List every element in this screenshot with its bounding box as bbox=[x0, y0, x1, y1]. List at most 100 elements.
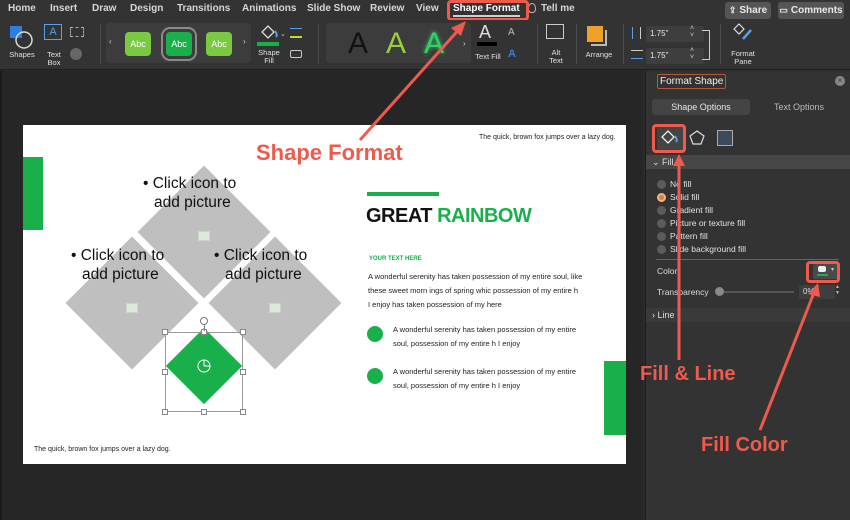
rotate-handle-stem bbox=[204, 325, 205, 331]
text-effects-icon[interactable]: A bbox=[508, 48, 516, 60]
tab-review[interactable]: Review bbox=[370, 3, 404, 14]
shape-fill-button[interactable]: Shape Fill bbox=[254, 22, 284, 68]
shapes-label: Shapes bbox=[6, 50, 38, 59]
title-accent-line bbox=[367, 192, 439, 196]
shapes-button[interactable]: Shapes bbox=[6, 22, 38, 67]
resize-handle[interactable] bbox=[240, 409, 246, 415]
radio-button[interactable] bbox=[657, 180, 666, 189]
rotate-handle[interactable] bbox=[200, 317, 208, 325]
text-outline-icon[interactable]: A bbox=[508, 27, 515, 38]
radio-button-selected[interactable] bbox=[657, 193, 666, 202]
radio-button[interactable] bbox=[657, 232, 666, 241]
radio-button[interactable] bbox=[657, 245, 666, 254]
slide-paragraph[interactable]: A wonderful serenity has taken possessio… bbox=[368, 270, 582, 312]
tab-tell-me[interactable]: Tell me bbox=[541, 3, 575, 14]
wordart-next-arrow[interactable]: › bbox=[463, 39, 466, 48]
gallery-prev-arrow[interactable]: ‹ bbox=[109, 37, 112, 46]
height-stepper[interactable]: ˄˅ bbox=[690, 25, 694, 39]
share-icon: ⇪ bbox=[729, 5, 737, 16]
radio-label: Picture or texture fill bbox=[670, 218, 745, 228]
tab-transitions[interactable]: Transitions bbox=[177, 3, 230, 14]
width-input[interactable]: 1.75" bbox=[646, 48, 704, 64]
edit-shape-icon[interactable] bbox=[70, 27, 84, 37]
shape-style-3[interactable]: Abc bbox=[206, 32, 232, 56]
radio-slide-background-fill[interactable]: Slide background fill bbox=[657, 244, 746, 254]
size-properties-tab-icon[interactable] bbox=[717, 130, 733, 146]
lightbulb-icon bbox=[528, 3, 536, 13]
tab-shape-options[interactable]: Shape Options bbox=[652, 99, 750, 115]
shape-fill-dropdown[interactable]: ⌄ bbox=[280, 30, 286, 38]
merge-shapes-icon[interactable] bbox=[70, 48, 82, 60]
tab-slide-show[interactable]: Slide Show bbox=[307, 3, 360, 14]
format-pane-button[interactable]: Format Pane bbox=[726, 23, 760, 69]
alt-text-label-line2: Text bbox=[543, 56, 569, 65]
placeholder-text-left: • Click icon to add picture bbox=[71, 246, 164, 284]
text-box-icon: A bbox=[44, 24, 62, 40]
tab-insert[interactable]: Insert bbox=[50, 3, 77, 14]
shape-outline-icon[interactable] bbox=[290, 28, 302, 38]
bullet-text[interactable]: A wonderful serenity has taken possessio… bbox=[393, 365, 576, 393]
shape-style-1[interactable]: Abc bbox=[125, 32, 151, 56]
alt-text-button[interactable]: Alt Text bbox=[543, 24, 569, 68]
gallery-next-arrow[interactable]: › bbox=[243, 37, 246, 46]
resize-handle[interactable] bbox=[162, 369, 168, 375]
line-section-header[interactable]: › Line bbox=[646, 308, 850, 322]
radio-no-fill[interactable]: No fill bbox=[657, 179, 691, 189]
radio-button[interactable] bbox=[657, 206, 666, 215]
comment-icon: ▭ bbox=[779, 5, 788, 16]
tab-draw[interactable]: Draw bbox=[92, 3, 116, 14]
slide-subtitle[interactable]: YOUR TEXT HERE bbox=[369, 256, 422, 262]
radio-gradient-fill[interactable]: Gradient fill bbox=[657, 205, 713, 215]
width-stepper[interactable]: ˄˅ bbox=[690, 47, 694, 61]
text-fill-button[interactable]: A Text Fill bbox=[473, 22, 503, 68]
arrange-icon bbox=[587, 26, 603, 42]
resize-handle[interactable] bbox=[240, 329, 246, 335]
height-input[interactable]: 1.75" bbox=[646, 26, 704, 42]
transparency-input[interactable]: 0% bbox=[799, 285, 835, 299]
effects-pentagon-tab-icon[interactable] bbox=[689, 130, 705, 146]
bottom-note[interactable]: The quick, brown fox jumps over a lazy d… bbox=[34, 446, 171, 453]
ribbon: Shapes A Text Box ‹ Abc Abc Abc › Shape … bbox=[0, 20, 850, 70]
radio-button[interactable] bbox=[657, 219, 666, 228]
picture-icon[interactable] bbox=[126, 303, 138, 313]
resize-handle[interactable] bbox=[162, 329, 168, 335]
share-button[interactable]: ⇪ Share bbox=[725, 2, 771, 19]
transparency-slider-track[interactable] bbox=[718, 291, 794, 293]
tab-text-options[interactable]: Text Options bbox=[750, 99, 848, 115]
top-note[interactable]: The quick, brown fox jumps over a lazy d… bbox=[479, 134, 616, 141]
fill-section-header[interactable]: ⌄ Fill bbox=[646, 155, 850, 169]
tab-animations[interactable]: Animations bbox=[242, 3, 296, 14]
transparency-slider-thumb[interactable] bbox=[715, 287, 724, 296]
wordart-style-black[interactable]: A bbox=[348, 27, 368, 61]
annotation-fill-color: Fill Color bbox=[701, 434, 788, 457]
comments-button[interactable]: ▭ Comments bbox=[778, 2, 844, 19]
wordart-style-glow[interactable]: A bbox=[424, 27, 444, 61]
placeholder-text-top: • Click icon to add picture bbox=[143, 174, 236, 212]
picture-icon[interactable] bbox=[198, 231, 210, 241]
shape-fill-label-line2: Fill bbox=[254, 56, 284, 65]
wordart-style-lime[interactable]: A bbox=[386, 27, 406, 61]
text-box-button[interactable]: A Text Box bbox=[42, 24, 66, 69]
tab-design[interactable]: Design bbox=[130, 3, 163, 14]
placeholder-line: add picture bbox=[214, 265, 307, 284]
radio-solid-fill[interactable]: Solid fill bbox=[657, 192, 699, 202]
tab-home[interactable]: Home bbox=[8, 3, 36, 14]
resize-handle[interactable] bbox=[201, 409, 207, 415]
text-fill-label: Text Fill bbox=[471, 52, 505, 61]
tab-view[interactable]: View bbox=[416, 3, 439, 14]
transparency-stepper[interactable]: ▲▼ bbox=[835, 284, 840, 296]
lock-aspect-ratio-icon[interactable] bbox=[702, 30, 710, 60]
bullet-text[interactable]: A wonderful serenity has taken possessio… bbox=[393, 323, 576, 351]
shape-effects-icon[interactable] bbox=[290, 50, 302, 58]
slide-title[interactable]: GREAT RAINBOW bbox=[366, 205, 531, 228]
resize-handle[interactable] bbox=[162, 409, 168, 415]
title-black-part: GREAT bbox=[366, 205, 437, 227]
radio-pattern-fill[interactable]: Pattern fill bbox=[657, 231, 708, 241]
picture-icon[interactable] bbox=[269, 303, 281, 313]
resize-handle[interactable] bbox=[240, 369, 246, 375]
format-pane-label-line2: Pane bbox=[726, 57, 760, 66]
radio-picture-texture-fill[interactable]: Picture or texture fill bbox=[657, 218, 745, 228]
shape-style-2[interactable]: Abc bbox=[166, 32, 192, 56]
arrange-button[interactable]: Arrange bbox=[582, 24, 616, 68]
close-pane-button[interactable]: × bbox=[835, 76, 845, 86]
